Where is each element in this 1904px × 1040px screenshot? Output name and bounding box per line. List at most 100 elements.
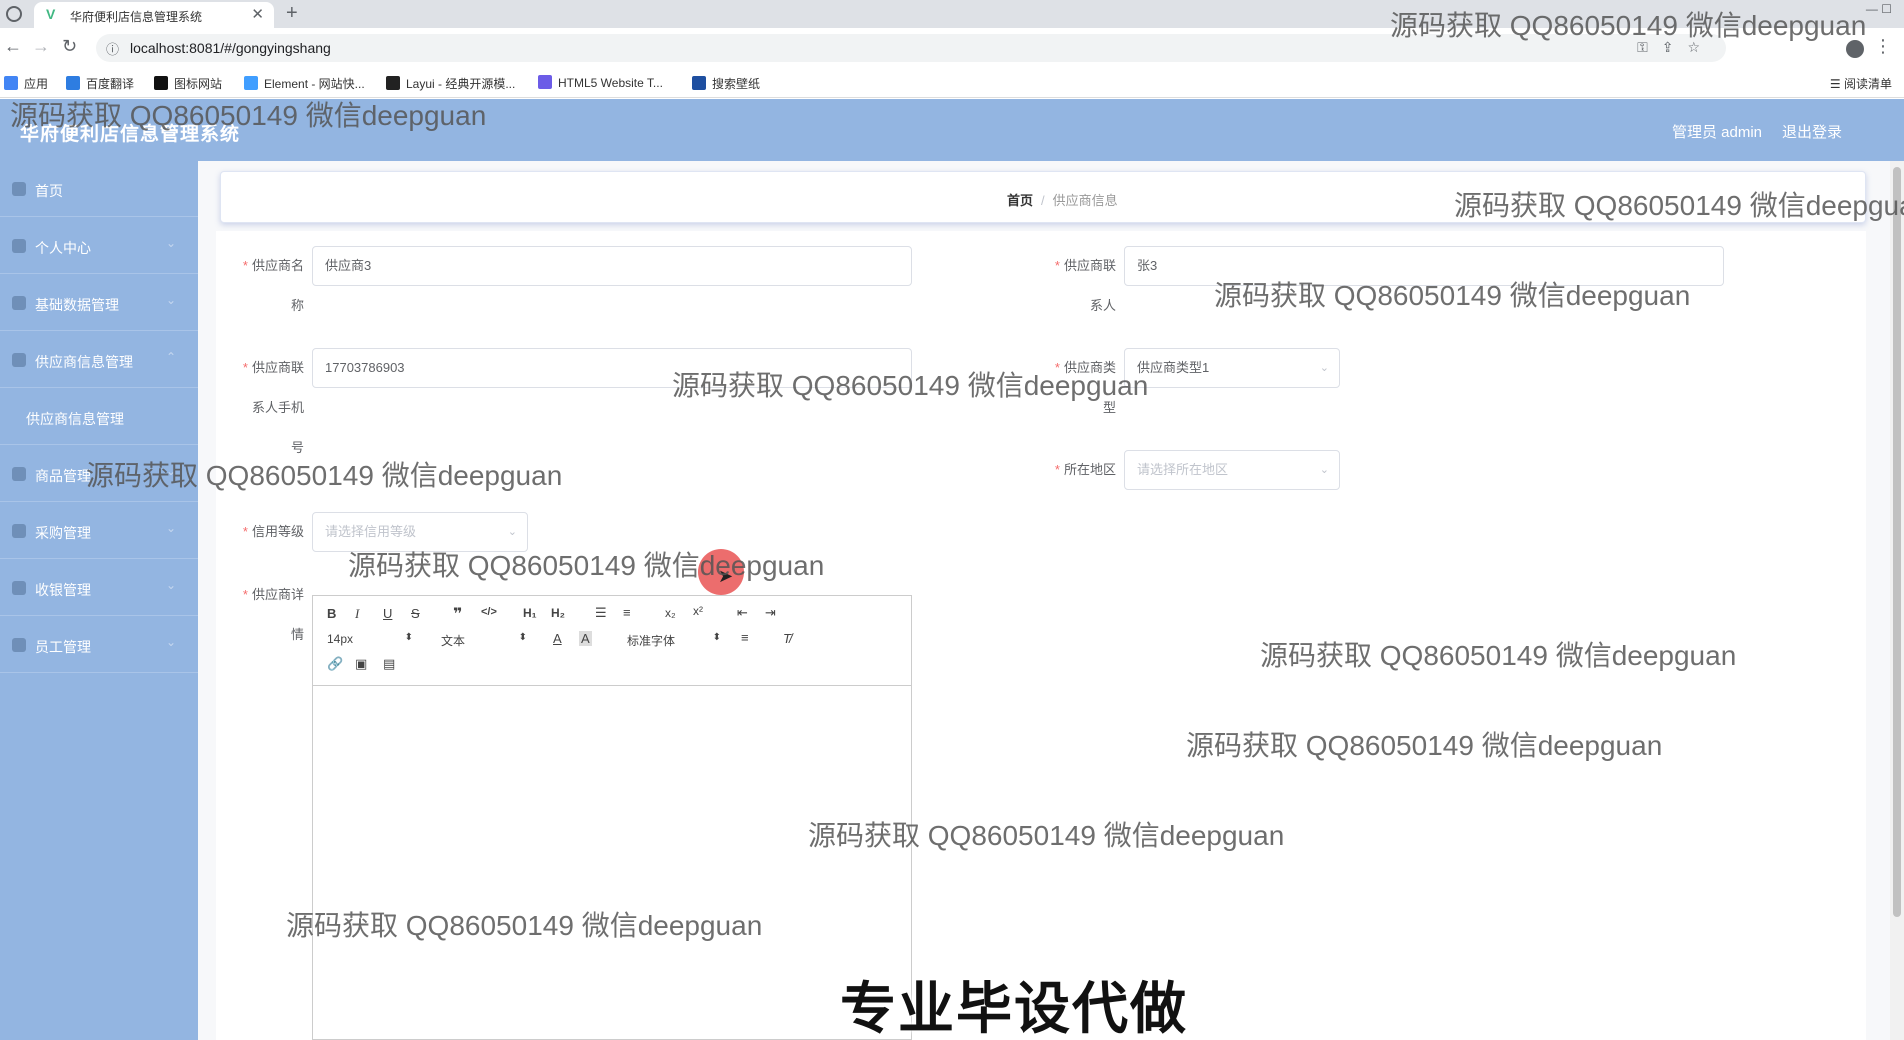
sidebar-item-goods[interactable]: 商品管理 ⌄ bbox=[0, 446, 198, 502]
tab-close-icon[interactable]: ✕ bbox=[251, 5, 264, 23]
url-action-icons[interactable]: ⚿⇪☆ bbox=[1637, 39, 1714, 56]
label-text: 号 bbox=[290, 440, 304, 455]
sidebar-item-label: 供应商信息管理 bbox=[35, 354, 133, 370]
label-text: 信用等级 bbox=[251, 524, 304, 539]
sidebar: 首页 个人中心 ⌄ 基础数据管理 ⌄ 供应商信息管理 ⌃ 供应商信息管理 商品管… bbox=[0, 161, 198, 1040]
editor-content[interactable] bbox=[313, 687, 911, 1039]
select-value: 标准字体 bbox=[627, 634, 676, 648]
reload-icon[interactable]: ↻ bbox=[62, 36, 77, 57]
mouse-cursor-icon: ➤ bbox=[718, 566, 734, 586]
video-icon[interactable]: ▤ bbox=[383, 656, 395, 672]
font-size-select[interactable]: 14px ⬍ bbox=[327, 632, 413, 646]
truck-icon bbox=[12, 353, 26, 367]
select-value: 14px bbox=[327, 632, 354, 646]
label-text: 系人手机 bbox=[251, 400, 304, 415]
chevron-down-icon: ⌄ bbox=[165, 293, 176, 307]
clear-format-icon[interactable]: T̸ bbox=[783, 631, 791, 646]
strike-icon[interactable]: S bbox=[411, 606, 420, 621]
info-icon[interactable]: ⓘ bbox=[106, 39, 119, 58]
required-mark: * bbox=[1054, 462, 1060, 477]
sidebar-item-basic-data[interactable]: 基础数据管理 ⌄ bbox=[0, 275, 198, 331]
credit-level-select[interactable]: 请选择信用等级 ⌄ bbox=[312, 512, 528, 552]
supplier-phone-input[interactable]: 17703786903 bbox=[312, 348, 912, 388]
font-family-select[interactable]: 标准字体 ⬍ bbox=[627, 632, 721, 649]
label-text: 所在地区 bbox=[1063, 462, 1116, 477]
bookmark-apps[interactable]: 应用 bbox=[4, 75, 48, 92]
underline-icon[interactable]: U bbox=[383, 606, 392, 621]
code-block-icon[interactable]: </> bbox=[481, 606, 497, 618]
url-field[interactable]: ⓘ localhost:8081/#/gongyingshang ⚿⇪☆ bbox=[96, 34, 1726, 62]
logout-button[interactable]: 退出登录 bbox=[1782, 121, 1842, 142]
bookmark-item[interactable]: Element - 网站快... bbox=[244, 75, 365, 92]
current-user: 管理员 admin bbox=[1672, 124, 1763, 141]
header2-icon[interactable]: H₂ bbox=[551, 606, 565, 620]
background-color-icon[interactable]: A bbox=[579, 631, 592, 646]
link-icon[interactable]: 🔗 bbox=[327, 656, 343, 672]
reading-list[interactable]: ☰ 阅读清单 bbox=[1830, 75, 1892, 92]
chevron-down-icon: ⌄ bbox=[165, 578, 176, 592]
goods-icon bbox=[12, 467, 26, 481]
browser-tab-strip: V 华府便利店信息管理系统 ✕ + — ☐ bbox=[0, 0, 1904, 28]
font-color-icon[interactable]: A bbox=[553, 631, 562, 646]
profile-icon[interactable] bbox=[1846, 40, 1864, 58]
sidebar-item-label: 商品管理 bbox=[35, 468, 91, 484]
label-text: 称 bbox=[290, 298, 304, 313]
icon-site-icon bbox=[154, 76, 168, 90]
indent-icon[interactable]: ⇥ bbox=[765, 605, 776, 621]
subscript-icon[interactable]: x₂ bbox=[665, 606, 676, 620]
header1-icon[interactable]: H₁ bbox=[523, 606, 537, 620]
sidebar-item-staff[interactable]: 员工管理 ⌄ bbox=[0, 617, 198, 673]
menu-icon[interactable]: ⋮ bbox=[1874, 36, 1892, 57]
ordered-list-icon[interactable]: ☰ bbox=[595, 605, 607, 621]
updown-icon: ⬍ bbox=[712, 632, 721, 643]
bookmark-item[interactable]: Layui - 经典开源模... bbox=[386, 75, 515, 92]
app-title: 华府便利店信息管理系统 bbox=[20, 124, 241, 145]
breadcrumb-home[interactable]: 首页 bbox=[1007, 193, 1033, 208]
image-icon[interactable]: ▣ bbox=[355, 656, 367, 672]
italic-icon[interactable]: I bbox=[355, 606, 359, 622]
outdent-icon[interactable]: ⇤ bbox=[737, 605, 748, 621]
updown-icon: ⬍ bbox=[404, 632, 413, 643]
align-left-icon[interactable]: ≡ bbox=[741, 630, 749, 645]
supplier-type-label: * 供应商类 型 bbox=[1034, 348, 1116, 428]
database-icon bbox=[12, 296, 26, 310]
sidebar-item-purchase[interactable]: 采购管理 ⌄ bbox=[0, 503, 198, 559]
supplier-name-input[interactable]: 供应商3 bbox=[312, 246, 912, 286]
bullet-list-icon[interactable]: ≡ bbox=[623, 605, 631, 620]
address-bar: ← → ↻ ⓘ localhost:8081/#/gongyingshang ⚿… bbox=[0, 28, 1904, 68]
tab-title: 华府便利店信息管理系统 bbox=[70, 10, 203, 24]
superscript-icon[interactable]: x² bbox=[693, 604, 703, 618]
window-controls[interactable]: — ☐ bbox=[1866, 2, 1892, 16]
sidebar-item-home[interactable]: 首页 bbox=[0, 161, 198, 217]
scrollbar-thumb[interactable] bbox=[1893, 167, 1901, 917]
region-select[interactable]: 请选择所在地区 ⌄ bbox=[1124, 450, 1340, 490]
required-mark: * bbox=[242, 587, 248, 602]
page-scrollbar[interactable] bbox=[1890, 161, 1904, 1040]
supplier-type-select[interactable]: 供应商类型1 ⌄ bbox=[1124, 348, 1340, 388]
new-tab-button[interactable]: + bbox=[286, 2, 298, 25]
bold-icon[interactable]: B bbox=[327, 606, 336, 621]
sidebar-subitem-supplier[interactable]: 供应商信息管理 bbox=[0, 389, 198, 445]
bookmark-item[interactable]: HTML5 Website T... bbox=[538, 75, 663, 90]
chrome-icon[interactable] bbox=[6, 6, 22, 22]
browser-tab[interactable]: V 华府便利店信息管理系统 ✕ bbox=[34, 2, 274, 28]
region-label: * 所在地区 bbox=[1034, 450, 1116, 490]
sidebar-item-supplier[interactable]: 供应商信息管理 ⌃ bbox=[0, 332, 198, 388]
select-value: 文本 bbox=[441, 634, 466, 648]
bookmarks-bar: 应用 百度翻译 图标网站 Element - 网站快... Layui - 经典… bbox=[0, 68, 1904, 98]
bookmark-item[interactable]: 百度翻译 bbox=[66, 75, 134, 92]
supplier-name-label: * 供应商名 称 bbox=[222, 246, 304, 326]
bookmark-label: 图标网站 bbox=[174, 77, 223, 91]
header-select[interactable]: 文本 ⬍ bbox=[441, 632, 527, 649]
blockquote-icon[interactable]: ❞ bbox=[453, 604, 462, 624]
bookmark-item[interactable]: 图标网站 bbox=[154, 75, 222, 92]
bookmark-item[interactable]: 搜索壁纸 bbox=[692, 75, 760, 92]
forward-icon[interactable]: → bbox=[32, 36, 50, 57]
back-icon[interactable]: ← bbox=[4, 36, 22, 57]
supplier-contact-input[interactable]: 张3 bbox=[1124, 246, 1724, 286]
sidebar-item-label: 采购管理 bbox=[35, 525, 91, 541]
sidebar-item-label: 收银管理 bbox=[35, 582, 91, 598]
sidebar-item-profile[interactable]: 个人中心 ⌄ bbox=[0, 218, 198, 274]
sidebar-item-cashier[interactable]: 收银管理 ⌄ bbox=[0, 560, 198, 616]
label-text: 系人 bbox=[1089, 298, 1116, 313]
